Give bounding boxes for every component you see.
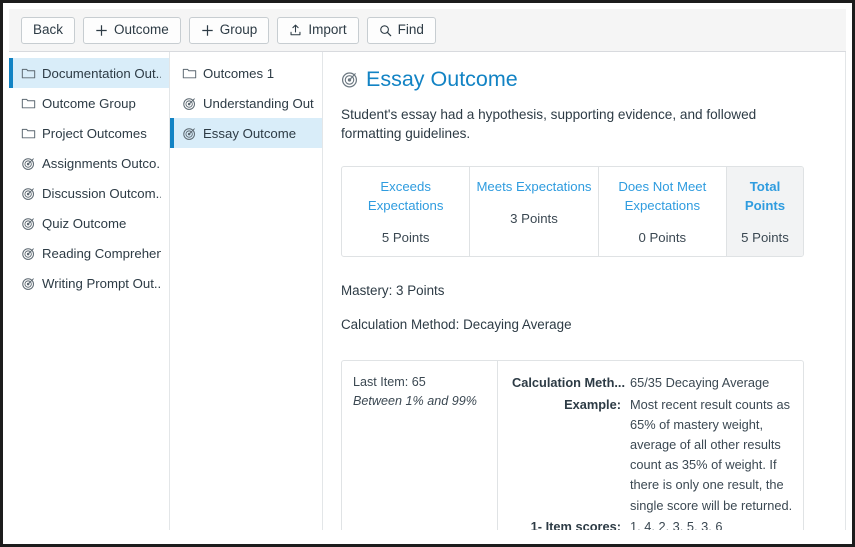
outcome-icon xyxy=(21,186,36,201)
calc-row-key: Example: xyxy=(512,395,630,516)
calc-row-value: 1, 4, 2, 3, 5, 3, 6 xyxy=(630,517,793,530)
add-group-label: Group xyxy=(220,23,258,37)
outcome-browser: Documentation Out... Outcome Group Project… xyxy=(9,52,846,530)
upload-icon xyxy=(289,24,302,37)
add-outcome-button[interactable]: Outcome xyxy=(83,17,181,44)
list-item[interactable]: Understanding Outc... xyxy=(170,88,322,118)
last-item-value: Last Item: 65 xyxy=(353,373,485,392)
outcome-icon xyxy=(182,96,197,111)
list-item[interactable]: Project Outcomes xyxy=(9,118,169,148)
list-item[interactable]: Documentation Out... xyxy=(9,58,169,88)
add-outcome-label: Outcome xyxy=(114,23,169,37)
list-item-label: Outcome Group xyxy=(42,96,136,111)
back-button[interactable]: Back xyxy=(21,17,75,44)
total-points-column: Total Points 5 Points xyxy=(727,167,803,256)
search-icon xyxy=(379,24,392,37)
list-item-label: Discussion Outcom... xyxy=(42,186,161,201)
rating-points: 5 Points xyxy=(733,230,797,246)
calculation-method-line: Calculation Method: Decaying Average xyxy=(341,317,823,332)
list-item[interactable]: Writing Prompt Out... xyxy=(9,268,169,298)
calc-row-key: 1- Item scores: xyxy=(512,517,630,530)
list-item-label: Outcomes 1 xyxy=(203,66,274,81)
import-label: Import xyxy=(308,23,346,37)
rating-points: 3 Points xyxy=(476,211,591,227)
calculation-example-box: Last Item: 65 Between 1% and 99% Calcula… xyxy=(341,360,804,530)
outcome-icon xyxy=(21,276,36,291)
rating-column: Does Not Meet Expectations 0 Points xyxy=(599,167,727,256)
list-item-label: Essay Outcome xyxy=(203,126,296,141)
list-item-label: Understanding Outc... xyxy=(203,96,314,111)
mastery-line: Mastery: 3 Points xyxy=(341,283,823,298)
list-item[interactable]: Essay Outcome xyxy=(170,118,322,148)
import-button[interactable]: Import xyxy=(277,17,358,44)
rating-points: 0 Points xyxy=(605,230,720,246)
list-item[interactable]: Outcome Group xyxy=(9,88,169,118)
list-item-label: Project Outcomes xyxy=(42,126,147,141)
last-item-range-note: Between 1% and 99% xyxy=(353,392,485,411)
list-item-label: Writing Prompt Out... xyxy=(42,276,161,291)
plus-icon xyxy=(95,24,108,37)
calc-parameters: Last Item: 65 Between 1% and 99% xyxy=(342,361,498,530)
list-item[interactable]: Discussion Outcom... xyxy=(9,178,169,208)
list-item-label: Documentation Out... xyxy=(42,66,161,81)
calc-row-key: Calculation Meth... xyxy=(512,373,630,393)
calc-row: Example:Most recent result counts as 65%… xyxy=(512,395,793,516)
outcome-description: Student's essay had a hypothesis, suppor… xyxy=(341,105,783,144)
calc-row: Calculation Meth...65/35 Decaying Averag… xyxy=(512,373,793,393)
outcome-icon xyxy=(21,156,36,171)
calc-row-value: 65/35 Decaying Average xyxy=(630,373,793,393)
find-label: Find xyxy=(398,23,424,37)
rating-name[interactable]: Exceeds Expectations xyxy=(348,178,463,215)
list-item[interactable]: Quiz Outcome xyxy=(9,208,169,238)
app-window: Back Outcome Group xyxy=(0,0,855,547)
list-item[interactable]: Reading Comprehen... xyxy=(9,238,169,268)
list-item-label: Quiz Outcome xyxy=(42,216,126,231)
outcome-groups-column: Documentation Out... Outcome Group Project… xyxy=(9,52,170,530)
add-group-button[interactable]: Group xyxy=(189,17,270,44)
list-item[interactable]: Outcomes 1 xyxy=(170,58,322,88)
detail-title-row: Essay Outcome xyxy=(341,68,823,92)
calc-row-value: Most recent result counts as 65% of mast… xyxy=(630,395,793,516)
folder-icon xyxy=(21,96,36,111)
outcome-icon xyxy=(21,216,36,231)
list-item-label: Reading Comprehen... xyxy=(42,246,161,261)
calc-row: 1- Item scores:1, 4, 2, 3, 5, 3, 6 xyxy=(512,517,793,530)
list-item[interactable]: Assignments Outco... xyxy=(9,148,169,178)
page-title: Essay Outcome xyxy=(366,68,518,92)
outcome-children-column: Outcomes 1 Understanding Outc... Essay Out… xyxy=(170,52,323,530)
folder-icon xyxy=(182,66,197,81)
find-button[interactable]: Find xyxy=(367,17,436,44)
ratings-table: Exceeds Expectations 5 Points Meets Expect… xyxy=(341,166,804,257)
back-button-label: Back xyxy=(33,23,63,37)
folder-icon xyxy=(21,66,36,81)
outcomes-panel: Back Outcome Group xyxy=(9,9,846,538)
outcome-icon xyxy=(341,71,358,88)
plus-icon xyxy=(201,24,214,37)
folder-icon xyxy=(21,126,36,141)
rating-name: Total Points xyxy=(733,178,797,215)
list-item-label: Assignments Outco... xyxy=(42,156,161,171)
rating-points: 5 Points xyxy=(348,230,463,246)
toolbar: Back Outcome Group xyxy=(9,9,846,52)
outcome-detail-pane: Essay Outcome Student's essay had a hypo… xyxy=(323,52,846,530)
calc-explanation: Calculation Meth...65/35 Decaying Averag… xyxy=(498,361,803,530)
rating-name[interactable]: Meets Expectations xyxy=(476,178,591,197)
outcome-icon xyxy=(21,246,36,261)
rating-column: Meets Expectations 3 Points xyxy=(470,167,598,256)
rating-column: Exceeds Expectations 5 Points xyxy=(342,167,470,256)
rating-name[interactable]: Does Not Meet Expectations xyxy=(605,178,720,215)
outcome-icon xyxy=(182,126,197,141)
panel-footer xyxy=(9,530,846,538)
